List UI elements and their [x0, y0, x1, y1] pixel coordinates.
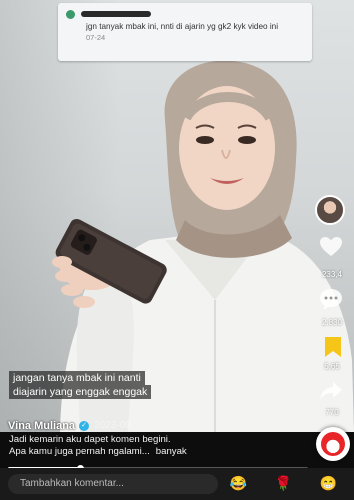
bookmark-icon[interactable] [321, 336, 345, 358]
description-line-2: Apa kamu juga pernah ngalami... [9, 446, 150, 457]
video-description[interactable]: Jadi kemarin aku dapet komen begini. Apa… [9, 434, 309, 458]
laughing-emoji-icon[interactable]: 😂 [229, 474, 248, 493]
live-record-button[interactable] [316, 427, 350, 461]
verified-badge-icon: ✓ [79, 420, 90, 431]
video-player[interactable]: jgn tanyak mbak ini, nnti di ajarin yg g… [0, 0, 354, 432]
rose-emoji-icon[interactable]: 🌹 [274, 474, 293, 493]
heart-icon[interactable] [319, 236, 343, 258]
pinned-comment-time: 07-24 [86, 32, 106, 42]
presenter-figure [52, 60, 354, 432]
post-date: 2023-08 [94, 420, 131, 431]
author-name[interactable]: Vina Muliana [8, 420, 75, 432]
author-row[interactable]: Vina Muliana ✓ 2023-08 [8, 418, 131, 432]
save-count: 5,65 [324, 362, 340, 371]
grinning-emoji-icon[interactable]: 😁 [319, 474, 338, 493]
creator-avatar[interactable] [315, 195, 345, 225]
description-more-link[interactable]: banyak [156, 446, 187, 457]
description-line-1: Jadi kemarin aku dapet komen begini. [9, 434, 171, 445]
like-count: 233,4 [321, 270, 343, 279]
commenter-avatar [66, 9, 75, 19]
video-caption: jangan tanya mbak ini nanti diajarin yan… [9, 371, 219, 399]
caption-line-1: jangan tanya mbak ini nanti [9, 371, 145, 385]
caption-line-2: diajarin yang enggak enggak [9, 385, 152, 399]
comment-bar: Tambahkan komentar... 😂 🌹 😁 [0, 468, 354, 500]
comment-input[interactable]: Tambahkan komentar... [8, 474, 218, 494]
commenter-name-redacted [81, 11, 151, 17]
comment-bubble-icon[interactable] [319, 288, 343, 310]
record-icon [321, 432, 345, 456]
pinned-comment-text: jgn tanyak mbak ini, nnti di ajarin yg g… [86, 22, 279, 31]
comment-count: 2.830 [321, 318, 343, 327]
share-arrow-icon[interactable] [319, 380, 343, 402]
share-count: 770 [325, 408, 339, 417]
pinned-comment-card: jgn tanyak mbak ini, nnti di ajarin yg g… [58, 3, 312, 61]
